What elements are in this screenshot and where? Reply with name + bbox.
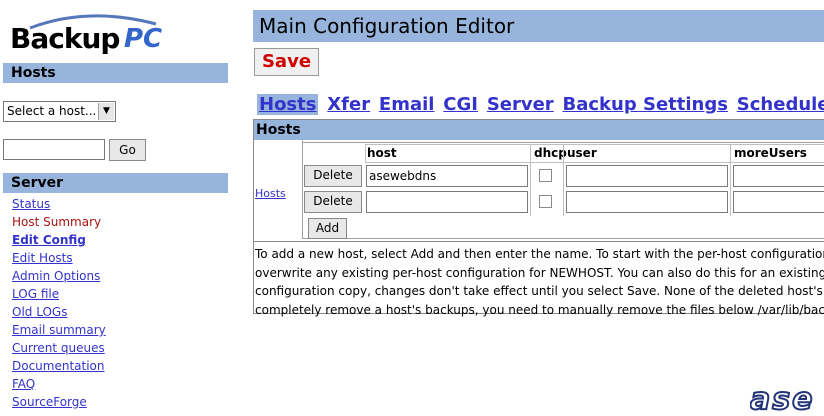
nav-email-summary-link[interactable]: Email summary xyxy=(12,323,106,337)
help-text: To add a new host, select Add and then e… xyxy=(255,245,824,319)
divider xyxy=(730,144,731,216)
user-input[interactable] xyxy=(566,165,728,187)
chevron-down-icon[interactable]: ▼ xyxy=(98,103,114,120)
tab-server[interactable]: Server xyxy=(487,94,554,115)
help-line: completely remove a host's backups, you … xyxy=(255,302,824,317)
divider xyxy=(254,241,824,242)
page-title: Main Configuration Editor xyxy=(253,10,824,42)
nav-log-file-link[interactable]: LOG file xyxy=(12,287,59,301)
server-nav-header: Server xyxy=(3,173,228,193)
nav-sourceforge-link[interactable]: SourceForge xyxy=(12,395,87,409)
nav-current-queues-link[interactable]: Current queues xyxy=(12,341,105,355)
tab-cgi[interactable]: CGI xyxy=(443,94,478,115)
host-filter-input[interactable] xyxy=(3,139,105,160)
hosts-nav-header: Hosts xyxy=(3,63,228,83)
logo-accent: PC xyxy=(124,24,163,54)
user-input[interactable] xyxy=(566,191,728,213)
tab-email[interactable]: Email xyxy=(379,94,435,115)
col-header-host: host xyxy=(367,146,397,160)
delete-row-button[interactable]: Delete xyxy=(304,191,362,213)
col-header-dhcp: dhcp xyxy=(534,146,567,160)
backuppc-logo: Backup PC xyxy=(10,10,163,56)
ase-logo-icon: ase xyxy=(749,381,814,416)
host-input[interactable] xyxy=(366,191,528,213)
config-tabs: Hosts Xfer Email CGI Server Backup Setti… xyxy=(257,94,824,115)
tab-hosts[interactable]: Hosts xyxy=(257,94,319,115)
save-button[interactable]: Save xyxy=(254,48,319,76)
host-input[interactable]: asewebdns xyxy=(366,165,528,187)
nav-host-summary-link[interactable]: Host Summary xyxy=(12,215,101,229)
nav-admin-options-link[interactable]: Admin Options xyxy=(12,269,100,283)
nav-faq-link[interactable]: FAQ xyxy=(12,377,35,391)
dhcp-checkbox[interactable] xyxy=(539,169,552,182)
ase-logo: ase xyxy=(749,381,824,416)
hosts-section: Hosts Hosts host dhcp user moreUsers Del… xyxy=(253,119,824,317)
host-select[interactable]: Select a host... ▼ xyxy=(3,101,116,122)
help-line: To add a new host, select Add and then e… xyxy=(255,247,824,261)
nav-old-logs-link[interactable]: Old LOGs xyxy=(12,305,67,319)
col-header-user: user xyxy=(567,146,597,160)
tab-schedule[interactable]: Schedule xyxy=(737,94,824,115)
nav-edit-config-link[interactable]: Edit Config xyxy=(12,233,86,247)
delete-row-button[interactable]: Delete xyxy=(304,165,362,187)
nav-documentation-link[interactable]: Documentation xyxy=(12,359,105,373)
col-header-more-users: moreUsers xyxy=(734,146,807,160)
nav-status-link[interactable]: Status xyxy=(12,197,50,211)
dhcp-checkbox[interactable] xyxy=(539,195,552,208)
more-users-input[interactable] xyxy=(733,165,824,187)
logo-text: Backup xyxy=(10,22,120,55)
help-line: configuration copy, changes don't take e… xyxy=(255,284,824,298)
ase-logo-text: ase xyxy=(750,383,814,413)
tab-backup-settings[interactable]: Backup Settings xyxy=(563,94,728,115)
go-button[interactable]: Go xyxy=(109,139,146,161)
section-header: Hosts xyxy=(254,120,824,140)
divider xyxy=(530,144,531,216)
server-nav-list: Status Host Summary Edit Config Edit Hos… xyxy=(12,195,106,411)
add-host-button[interactable]: Add xyxy=(308,218,347,239)
tab-xfer[interactable]: Xfer xyxy=(327,94,370,115)
divider xyxy=(563,144,564,216)
help-line: overwrite any existing per-host configur… xyxy=(255,265,824,280)
hosts-help-link[interactable]: Hosts xyxy=(255,187,286,200)
host-select-value: Select a host... xyxy=(7,104,97,118)
nav-edit-hosts-link[interactable]: Edit Hosts xyxy=(12,251,73,265)
more-users-input[interactable] xyxy=(733,191,824,213)
